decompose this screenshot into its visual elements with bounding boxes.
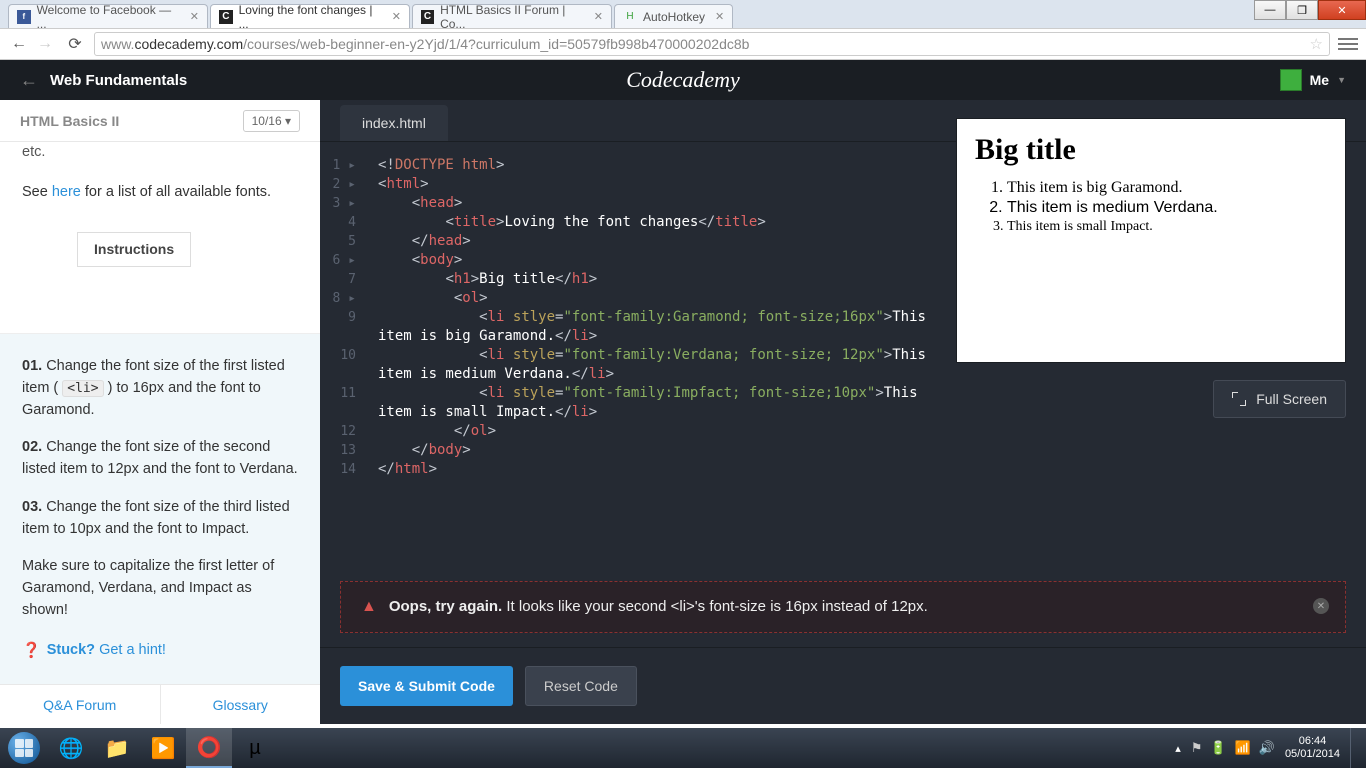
tray-icons: ⚑ 🔋 📶 🔊	[1191, 740, 1275, 756]
window-minimize-button[interactable]: —	[1254, 0, 1286, 20]
taskbar-explorer-icon[interactable]: 📁	[94, 728, 140, 768]
error-message: ▲ Oops, try again. It looks like your se…	[340, 581, 1346, 633]
reset-code-button[interactable]: Reset Code	[525, 666, 637, 706]
show-desktop-button[interactable]	[1350, 728, 1360, 768]
browser-tab-facebook[interactable]: f Welcome to Facebook — ... ✕	[8, 4, 208, 28]
reload-button[interactable]: ⟳	[64, 33, 86, 55]
back-button[interactable]: ←	[8, 33, 30, 55]
instruction-3: 03. Change the font size of the third li…	[22, 497, 298, 541]
forward-button[interactable]: →	[34, 33, 56, 55]
error-close-button[interactable]: ✕	[1313, 598, 1329, 614]
taskbar-clock[interactable]: 06:44 05/01/2014	[1285, 735, 1340, 761]
instruction-1: 01. Change the font size of the first li…	[22, 356, 298, 421]
codecademy-favicon-icon: C	[421, 10, 434, 24]
tab-close-icon[interactable]: ✕	[392, 10, 401, 23]
chevron-down-icon: ▼	[1337, 75, 1346, 85]
tab-close-icon[interactable]: ✕	[715, 10, 724, 23]
sidebar-header: HTML Basics II 10/16 ▾	[0, 100, 320, 142]
browser-tab-autohotkey[interactable]: H AutoHotkey ✕	[614, 4, 733, 28]
tray-network-icon[interactable]: 📶	[1235, 740, 1251, 756]
autohotkey-favicon-icon: H	[623, 10, 637, 24]
tab-close-icon[interactable]: ✕	[594, 10, 603, 23]
line-gutter: 1 ▸2 ▸3 ▸456 ▸78 ▸91011121314	[320, 156, 368, 479]
browser-tab-codecademy-lesson[interactable]: C Loving the font changes | ... ✕	[210, 4, 410, 28]
tab-title: Welcome to Facebook — ...	[37, 3, 180, 31]
lesson-title: HTML Basics II	[20, 113, 119, 129]
taskbar-media-player-icon[interactable]: ▶️	[140, 728, 186, 768]
save-submit-button[interactable]: Save & Submit Code	[340, 666, 513, 706]
windows-taskbar: 🌐 📁 ▶️ ⭕ µ ▴ ⚑ 🔋 📶 🔊 06:44 05/01/2014	[0, 728, 1366, 768]
taskbar-utorrent-icon[interactable]: µ	[232, 728, 278, 768]
instructions-panel: 01. Change the font size of the first li…	[0, 333, 320, 684]
question-circle-icon: ❓	[22, 640, 41, 663]
user-avatar-icon	[1280, 69, 1302, 91]
bookmark-star-icon[interactable]: ☆	[1310, 35, 1323, 53]
preview-list: This item is big Garamond. This item is …	[1007, 179, 1327, 235]
glossary-link[interactable]: Glossary	[161, 685, 321, 724]
preview-heading: Big title	[975, 133, 1327, 167]
url-prefix: www.	[101, 36, 134, 52]
lesson-sidebar: HTML Basics II 10/16 ▾ etc. See here for…	[0, 100, 320, 724]
lesson-progress-dropdown[interactable]: 10/16 ▾	[243, 110, 300, 132]
course-back-arrow-icon[interactable]: ←	[20, 70, 38, 91]
tab-close-icon[interactable]: ✕	[190, 10, 199, 23]
warning-triangle-icon: ▲	[361, 598, 377, 616]
here-link[interactable]: here	[52, 184, 81, 200]
main-layout: HTML Basics II 10/16 ▾ etc. See here for…	[0, 100, 1366, 724]
codecademy-logo[interactable]: Codecademy	[626, 67, 740, 93]
preview-list-item: This item is small Impact.	[1007, 219, 1327, 235]
chrome-menu-button[interactable]	[1338, 38, 1358, 50]
nav-arrows: ← →	[8, 33, 56, 55]
windows-logo-icon	[8, 732, 40, 764]
user-label: Me	[1310, 72, 1329, 88]
browser-navbar: ← → ⟳ www.codecademy.com/courses/web-beg…	[0, 28, 1366, 60]
qa-forum-link[interactable]: Q&A Forum	[0, 685, 161, 724]
codecademy-favicon-icon: C	[219, 10, 233, 24]
tray-show-hidden-icon[interactable]: ▴	[1175, 742, 1181, 755]
window-maximize-button[interactable]: ❐	[1286, 0, 1318, 20]
browser-tab-codecademy-forum[interactable]: C HTML Basics II Forum | Co... ✕	[412, 4, 612, 28]
tray-volume-icon[interactable]: 🔊	[1259, 740, 1275, 756]
window-controls: — ❐ ✕	[1254, 0, 1366, 20]
taskbar-ie-icon[interactable]: 🌐	[48, 728, 94, 768]
window-close-button[interactable]: ✕	[1318, 0, 1366, 20]
output-preview: Big title This item is big Garamond. Thi…	[956, 118, 1346, 363]
start-button[interactable]	[0, 728, 48, 768]
preview-list-item: This item is big Garamond.	[1007, 179, 1327, 197]
instructions-heading: Instructions	[77, 232, 191, 267]
fullscreen-button[interactable]: Full Screen	[1213, 380, 1346, 418]
workspace: index.html 1 ▸2 ▸3 ▸456 ▸78 ▸91011121314…	[320, 100, 1366, 724]
tray-battery-icon[interactable]: 🔋	[1210, 740, 1226, 756]
sidebar-body: etc. See here for a list of all availabl…	[0, 142, 320, 334]
error-text: Oops, try again. It looks like your seco…	[389, 598, 928, 615]
url-bar[interactable]: www.codecademy.com/courses/web-beginner-…	[94, 32, 1330, 56]
url-host: codecademy.com	[134, 36, 243, 52]
lesson-text-etc: etc.	[22, 142, 298, 164]
lesson-text-see-here: See here for a list of all available fon…	[22, 182, 298, 204]
action-bar: Save & Submit Code Reset Code	[320, 647, 1366, 724]
tab-title: HTML Basics II Forum | Co...	[440, 3, 584, 31]
instruction-2: 02. Change the font size of the second l…	[22, 437, 298, 481]
sidebar-footer: Q&A Forum Glossary	[0, 684, 320, 724]
course-title: Web Fundamentals	[50, 72, 187, 89]
browser-tab-strip: f Welcome to Facebook — ... ✕ C Loving t…	[0, 0, 1366, 28]
taskbar-chrome-icon[interactable]: ⭕	[186, 728, 232, 768]
file-tab-index-html[interactable]: index.html	[340, 105, 448, 141]
preview-list-item: This item is medium Verdana.	[1007, 199, 1327, 217]
tab-title: Loving the font changes | ...	[239, 3, 382, 31]
tray-flag-icon[interactable]: ⚑	[1191, 740, 1203, 756]
user-menu[interactable]: Me ▼	[1280, 69, 1346, 91]
url-path: /courses/web-beginner-en-y2Yjd/1/4?curri…	[243, 36, 749, 52]
stuck-hint-link[interactable]: ❓ Stuck? Get a hint!	[22, 640, 298, 663]
instruction-note: Make sure to capitalize the first letter…	[22, 556, 298, 621]
system-tray: ▴ ⚑ 🔋 📶 🔊 06:44 05/01/2014	[1175, 728, 1366, 768]
tab-title: AutoHotkey	[643, 10, 705, 24]
fullscreen-icon	[1232, 392, 1246, 406]
codecademy-header: ← Web Fundamentals Codecademy Me ▼	[0, 60, 1366, 100]
facebook-favicon-icon: f	[17, 10, 31, 24]
